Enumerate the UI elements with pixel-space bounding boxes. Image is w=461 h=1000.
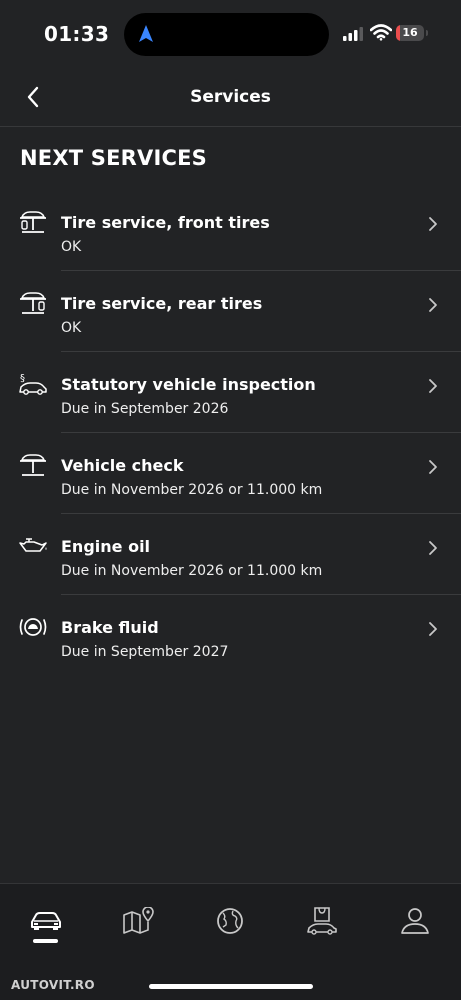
tab-shop[interactable] — [300, 904, 344, 938]
car-icon — [31, 912, 61, 930]
oil-can-icon — [19, 538, 47, 552]
tab-profile[interactable] — [393, 904, 437, 938]
cellular-signal-icon — [343, 27, 363, 41]
chevron-right-icon — [429, 298, 437, 312]
dynamic-island — [124, 13, 329, 56]
status-time: 01:33 — [44, 22, 110, 46]
tire-lift-icon — [20, 292, 46, 314]
brake-fluid-icon — [19, 618, 47, 636]
service-status: Due in November 2026 or 11.000 km — [61, 482, 323, 498]
service-title: Statutory vehicle inspection — [61, 375, 316, 394]
tab-explore[interactable] — [208, 904, 252, 938]
service-item-brake-fluid[interactable]: Brake fluid Due in September 2027 — [0, 595, 461, 676]
service-status: Due in November 2026 or 11.000 km — [61, 563, 323, 579]
service-title: Brake fluid — [61, 618, 159, 637]
service-item-engine-oil[interactable]: Engine oil Due in November 2026 or 11.00… — [0, 514, 461, 595]
tab-map[interactable] — [117, 904, 161, 938]
vehicle-inspection-icon: § — [19, 373, 47, 395]
section-title: NEXT SERVICES — [20, 146, 207, 170]
battery-level: 16 — [402, 26, 418, 39]
tab-vehicle[interactable] — [24, 904, 68, 938]
battery-indicator: 16 — [396, 25, 424, 41]
chevron-right-icon — [429, 379, 437, 393]
service-title: Engine oil — [61, 537, 151, 556]
service-title: Tire service, front tires — [61, 213, 270, 232]
active-tab-indicator — [33, 939, 58, 943]
tire-lift-icon — [20, 211, 46, 233]
service-title: Vehicle check — [61, 456, 184, 475]
service-status: Due in September 2027 — [61, 644, 229, 660]
page-title: Services — [190, 87, 271, 107]
navigation-arrow-icon — [139, 25, 153, 42]
navigation-header: Services — [0, 70, 461, 127]
map-icon — [123, 907, 154, 934]
chevron-right-icon — [429, 541, 437, 555]
service-status: OK — [61, 320, 82, 336]
service-item-vehicle-check[interactable]: Vehicle check Due in November 2026 or 11… — [0, 433, 461, 514]
service-title: Tire service, rear tires — [61, 294, 263, 313]
profile-icon — [401, 908, 429, 934]
shop-icon — [307, 907, 337, 935]
battery-cap — [426, 30, 428, 36]
service-item-vehicle-inspection[interactable]: § Statutory vehicle inspection Due in Se… — [0, 352, 461, 433]
service-status: OK — [61, 239, 82, 255]
chevron-right-icon — [429, 460, 437, 474]
chevron-right-icon — [429, 217, 437, 231]
chevron-right-icon — [429, 622, 437, 636]
wifi-icon — [370, 24, 392, 41]
globe-icon — [217, 908, 243, 934]
service-item-front-tires[interactable]: Tire service, front tires OK — [0, 190, 461, 271]
status-bar: 01:33 16 — [0, 0, 461, 70]
home-indicator[interactable] — [149, 984, 313, 989]
watermark: AUTOVIT.RO — [11, 978, 95, 992]
service-item-rear-tires[interactable]: Tire service, rear tires OK — [0, 271, 461, 352]
svg-text:§: § — [20, 373, 25, 384]
vehicle-lift-icon — [20, 454, 46, 476]
service-status: Due in September 2026 — [61, 401, 229, 417]
service-list: Tire service, front tires OK Tire servic… — [0, 190, 461, 676]
